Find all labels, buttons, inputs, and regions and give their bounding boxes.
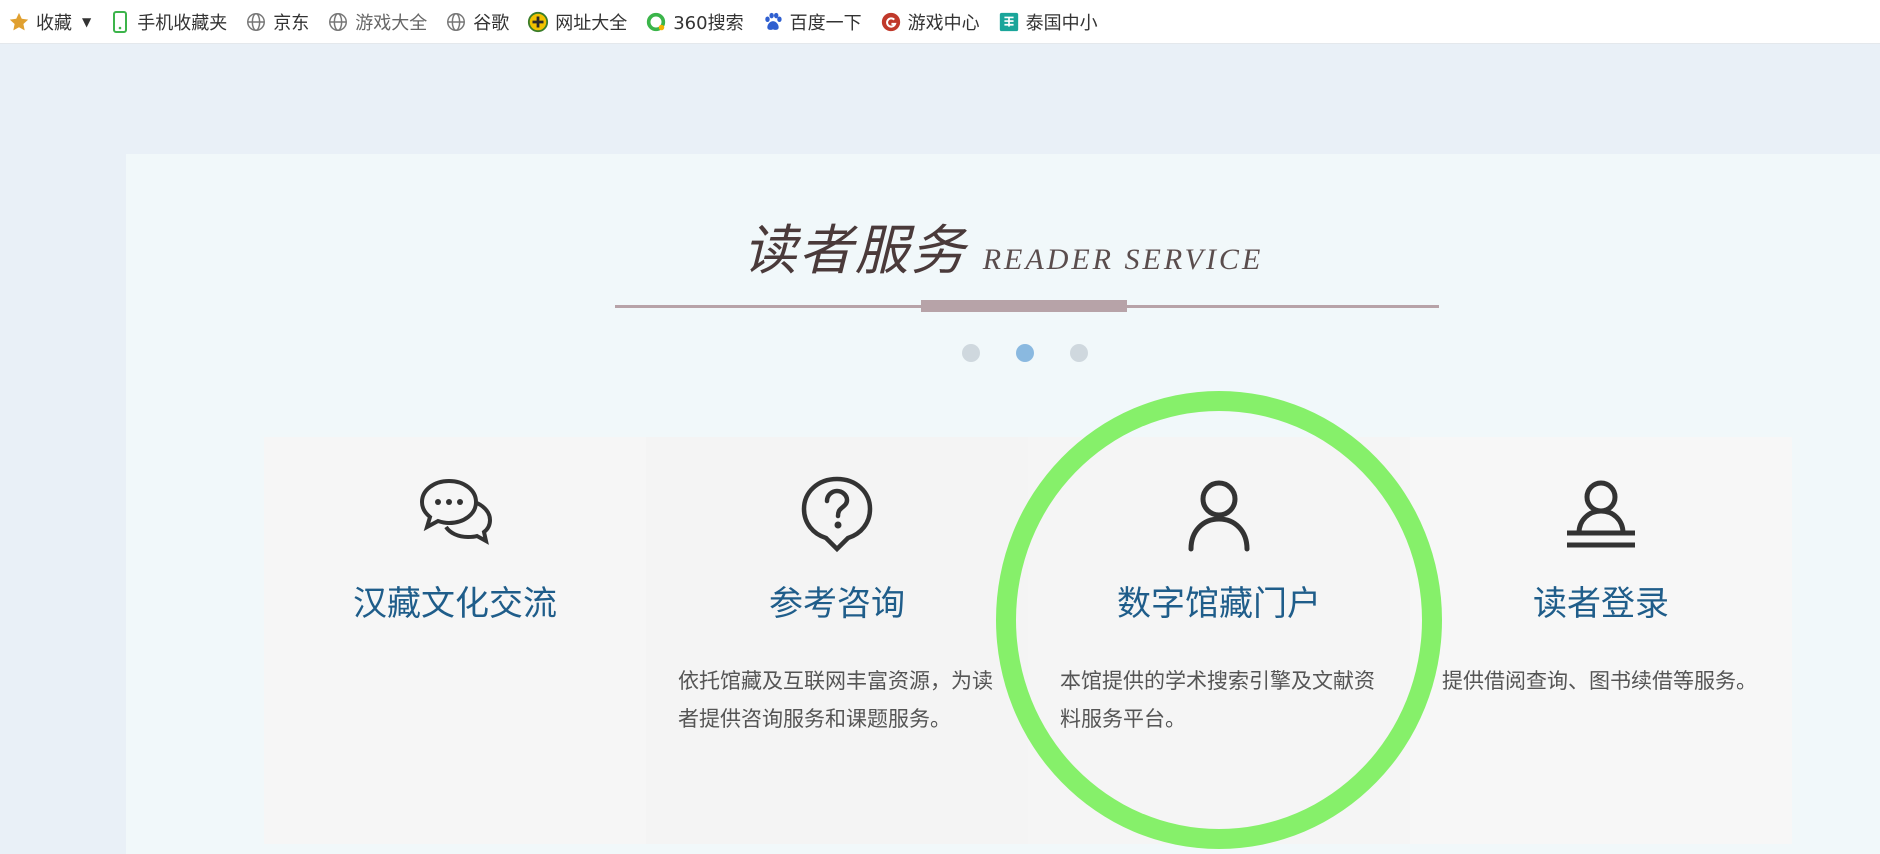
person-icon [1188, 480, 1250, 552]
service-cards: 汉藏文化交流 参考咨询 依托馆藏及互联网丰富资源，为读者提供咨询服务和课题服务。… [264, 437, 1792, 844]
card-desc: 依托馆藏及互联网丰富资源，为读者提供咨询服务和课题服务。 [678, 669, 993, 731]
question-bubble-icon [801, 476, 873, 553]
carousel-dot-3[interactable] [1070, 344, 1088, 362]
globe-icon [245, 11, 267, 33]
bookmark-games[interactable]: 游戏大全 [327, 7, 427, 37]
section-title-zh: 读者服务 [742, 219, 967, 282]
service-card-reference[interactable]: 参考咨询 依托馆藏及互联网丰富资源，为读者提供咨询服务和课题服务。 [646, 437, 1028, 844]
star-icon [8, 11, 30, 33]
bookmark-label: 谷歌 [473, 12, 510, 34]
bookmark-favorites-label: 收藏 [36, 12, 72, 34]
chat-bubbles-icon [419, 478, 493, 545]
service-card-culture-exchange[interactable]: 汉藏文化交流 [264, 437, 646, 844]
carousel-dot-1[interactable] [962, 344, 980, 362]
bookmark-label: 手机收藏夹 [137, 12, 228, 34]
phone-icon [109, 10, 131, 33]
bookmark-label: 京东 [273, 12, 310, 34]
bookmark-label: 百度一下 [789, 12, 862, 34]
globe-icon [327, 11, 349, 33]
ring-icon [645, 11, 667, 33]
game-icon [880, 11, 902, 33]
card-desc: 本馆提供的学术搜索引擎及文献资料服务平台。 [1060, 669, 1375, 731]
bookmarks-bar: 收藏 ▼ 手机收藏夹 京东 游戏大全 谷歌 网址大全 360搜索 百度一下 游戏… [0, 0, 1880, 44]
bookmark-label: 泰国中小 [1025, 12, 1098, 34]
bookmark-url-directory[interactable]: 网址大全 [527, 7, 627, 37]
reader-service-section: 读者服务 READER SERVICE 汉藏文化交流 参考咨询 依托馆藏及互联网… [126, 154, 1880, 854]
card-title[interactable]: 汉藏文化交流 [264, 576, 646, 625]
section-title: 读者服务 READER SERVICE [126, 206, 1880, 285]
bookmark-thai[interactable]: 泰国中小 [998, 7, 1098, 37]
bookmark-label: 游戏大全 [355, 12, 428, 34]
carousel-dots [962, 344, 1088, 362]
paw-icon [762, 11, 784, 33]
bookmark-favorites[interactable]: 收藏 ▼ [8, 7, 91, 37]
bookmark-label: 游戏中心 [907, 12, 980, 34]
bookmark-label: 网址大全 [555, 12, 628, 34]
bookmark-baidu[interactable]: 百度一下 [762, 7, 862, 37]
globe-icon [445, 11, 467, 33]
book-icon [998, 11, 1020, 33]
person-login-icon [1567, 480, 1635, 548]
bookmark-google[interactable]: 谷歌 [445, 7, 509, 37]
card-title[interactable]: 读者登录 [1410, 576, 1792, 625]
carousel-dot-2[interactable] [1016, 344, 1034, 362]
card-title[interactable]: 数字馆藏门户 [1028, 576, 1410, 625]
bookmark-label: 360搜索 [673, 12, 744, 34]
bookmark-mobile[interactable]: 手机收藏夹 [109, 7, 227, 37]
plus-badge-icon [527, 11, 549, 33]
card-desc: 提供借阅查询、图书续借等服务。 [1442, 669, 1757, 693]
bookmark-game-center[interactable]: 游戏中心 [880, 7, 980, 37]
service-card-reader-login[interactable]: 读者登录 提供借阅查询、图书续借等服务。 [1410, 437, 1792, 844]
card-title[interactable]: 参考咨询 [646, 576, 1028, 625]
bookmark-jd[interactable]: 京东 [245, 7, 309, 37]
bookmark-360-search[interactable]: 360搜索 [645, 7, 744, 37]
service-card-digital-collection[interactable]: 数字馆藏门户 本馆提供的学术搜索引擎及文献资料服务平台。 [1028, 437, 1410, 844]
section-title-en: READER SERVICE [982, 243, 1264, 276]
title-divider-accent [921, 300, 1127, 312]
chevron-down-icon[interactable]: ▼ [82, 15, 91, 29]
